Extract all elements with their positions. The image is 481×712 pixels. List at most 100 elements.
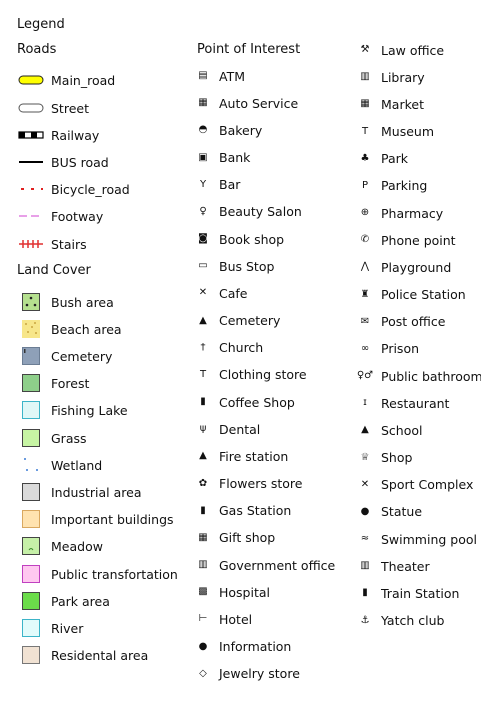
legend-label: Museum bbox=[381, 124, 435, 139]
legend-item-auto-service: ▦ Auto Service bbox=[193, 93, 298, 113]
jewelry-store-icon: ◇ bbox=[199, 667, 207, 679]
bakery-icon: ◓ bbox=[198, 124, 208, 136]
legend-item-main-road: Main_road bbox=[17, 70, 115, 90]
legend-item-railway: Railway bbox=[17, 125, 99, 145]
legend-item-beach-area: Beach area bbox=[17, 319, 122, 339]
legend-label: Beauty Salon bbox=[219, 204, 302, 220]
legend-label: Government office bbox=[219, 557, 336, 573]
legend-label: Yatch club bbox=[381, 613, 445, 629]
legend-item-flowers-store: ✿ Flowers store bbox=[193, 474, 303, 494]
legend-label: Gift shop bbox=[219, 530, 276, 546]
legend-item-important-buildings: Important buildings bbox=[17, 509, 174, 529]
cemetery-icon: ▲ bbox=[199, 314, 207, 326]
legend-item-public-bathroom: ♀♂ Public bathroom bbox=[355, 366, 481, 386]
legend-label: Theater bbox=[381, 558, 430, 574]
important-buildings-swatch bbox=[17, 509, 45, 529]
legend-label: Law office bbox=[381, 42, 445, 58]
legend-item-library: ▥ Library bbox=[355, 67, 424, 87]
legend-item-grass: Grass bbox=[17, 428, 87, 448]
legend-label: Pharmacy bbox=[381, 205, 444, 221]
legend-item-river: River bbox=[17, 618, 83, 638]
legend-item-police-station: ♜ Police Station bbox=[355, 285, 466, 305]
legend-label: Jewelry store bbox=[219, 666, 300, 682]
legend-item-train-station: ▮ Train Station bbox=[355, 583, 459, 603]
legend-item-sport-complex: ✕ Sport Complex bbox=[355, 475, 474, 495]
legend-item-bicycle-road: Bicycle_road bbox=[17, 179, 130, 199]
legend-item-wetland: Wetland bbox=[17, 455, 102, 475]
public-transport-swatch bbox=[17, 564, 45, 584]
clothing-store-icon: T bbox=[199, 368, 207, 380]
legend-label: Post office bbox=[381, 314, 446, 330]
legend-item-prison: ∞ Prison bbox=[355, 339, 419, 359]
legend-item-law-office: ⚒ Law office bbox=[355, 40, 445, 60]
legend-item-coffee-shop: ▮ Coffee Shop bbox=[193, 392, 295, 412]
wetland-swatch bbox=[17, 455, 45, 475]
legend-label: Train Station bbox=[381, 585, 460, 601]
legend-item-meadow: Meadow bbox=[17, 536, 103, 556]
legend-item-phone-point: ✆ Phone point bbox=[355, 230, 456, 250]
legend-item-public-transfortation: Public transfortation bbox=[17, 564, 178, 584]
main-road-symbol bbox=[17, 70, 45, 90]
hotel-icon: ⊢ bbox=[198, 613, 208, 625]
law-office-icon: ⚒ bbox=[360, 44, 370, 55]
gas-station-icon: ▮ bbox=[200, 504, 206, 516]
legend-label: Bus Stop bbox=[219, 258, 275, 274]
beach-swatch bbox=[17, 319, 45, 339]
legend-label: Hospital bbox=[219, 584, 271, 600]
hospital-icon: ▩ bbox=[198, 586, 208, 598]
legend-item-statue: ● Statue bbox=[355, 502, 422, 522]
fire-station-icon: ▲ bbox=[199, 450, 207, 462]
bus-stop-icon: ▭ bbox=[198, 260, 208, 272]
park-area-swatch bbox=[17, 591, 45, 611]
legend-label: Police Station bbox=[381, 287, 466, 303]
legend-item-gas-station: ▮ Gas Station bbox=[193, 501, 291, 521]
legend-label: Cemetery bbox=[219, 313, 281, 329]
legend-item-information: ● Information bbox=[193, 637, 292, 657]
legend-item-jewelry-store: ◇ Jewelry store bbox=[193, 664, 300, 684]
legend-item-theater: ▥ Theater bbox=[355, 556, 430, 576]
legend-label: Prison bbox=[381, 341, 420, 357]
legend-label: Church bbox=[219, 340, 264, 356]
legend-item-bus-road: BUS road bbox=[17, 152, 109, 172]
grass-swatch bbox=[17, 428, 45, 448]
river-swatch bbox=[17, 618, 45, 638]
legend-item-school: ▲ School bbox=[355, 420, 422, 440]
school-icon: ▲ bbox=[361, 424, 369, 436]
legend-label: Flowers store bbox=[219, 476, 303, 492]
legend-label: Hotel bbox=[219, 611, 253, 627]
legend-label: Book shop bbox=[219, 231, 285, 247]
flowers-store-icon: ✿ bbox=[198, 477, 208, 489]
footway-symbol bbox=[17, 206, 45, 226]
legend-item-fishing-lake: Fishing Lake bbox=[17, 400, 128, 420]
gift-shop-icon: ▦ bbox=[198, 531, 208, 543]
post-office-icon: ✉ bbox=[360, 315, 370, 327]
fishing-lake-swatch bbox=[17, 400, 45, 420]
legend-label: ATM bbox=[219, 68, 246, 84]
legend-item-government-office: ▥ Government office bbox=[193, 555, 335, 575]
bar-icon: Y bbox=[199, 178, 207, 190]
legend-item-cemetery-area: Cemetery bbox=[17, 346, 112, 366]
restaurant-icon: ɪ bbox=[363, 397, 367, 409]
phone-point-icon: ✆ bbox=[360, 234, 370, 246]
legend-label: Bar bbox=[219, 177, 241, 193]
legend-item-gift-shop: ▦ Gift shop bbox=[193, 528, 275, 548]
legend-item-industrial-area: Industrial area bbox=[17, 482, 141, 502]
legend-item-stairs: Stairs bbox=[17, 234, 87, 254]
legend-item-park-area: Park area bbox=[17, 591, 110, 611]
legend-item-forest: Forest bbox=[17, 373, 89, 393]
legend-label: Information bbox=[219, 639, 292, 655]
stairs-symbol bbox=[17, 234, 45, 254]
legend-item-hospital: ▩ Hospital bbox=[193, 582, 270, 602]
bank-icon: ▣ bbox=[198, 151, 208, 163]
poi-header: Point of Interest bbox=[197, 42, 301, 57]
museum-icon: T bbox=[361, 125, 369, 137]
legend-item-bar: Y Bar bbox=[193, 175, 240, 195]
legend-label: Market bbox=[381, 96, 424, 112]
legend-item-hotel: ⊢ Hotel bbox=[193, 609, 252, 629]
legend-item-bakery: ◓ Bakery bbox=[193, 120, 263, 140]
forest-swatch bbox=[17, 373, 45, 393]
legend-item-church: † Church bbox=[193, 338, 264, 358]
legend-item-restaurant: ɪ Restaurant bbox=[355, 393, 449, 413]
legend-item-park: ♣ Park bbox=[355, 149, 409, 169]
church-icon: † bbox=[200, 341, 206, 353]
